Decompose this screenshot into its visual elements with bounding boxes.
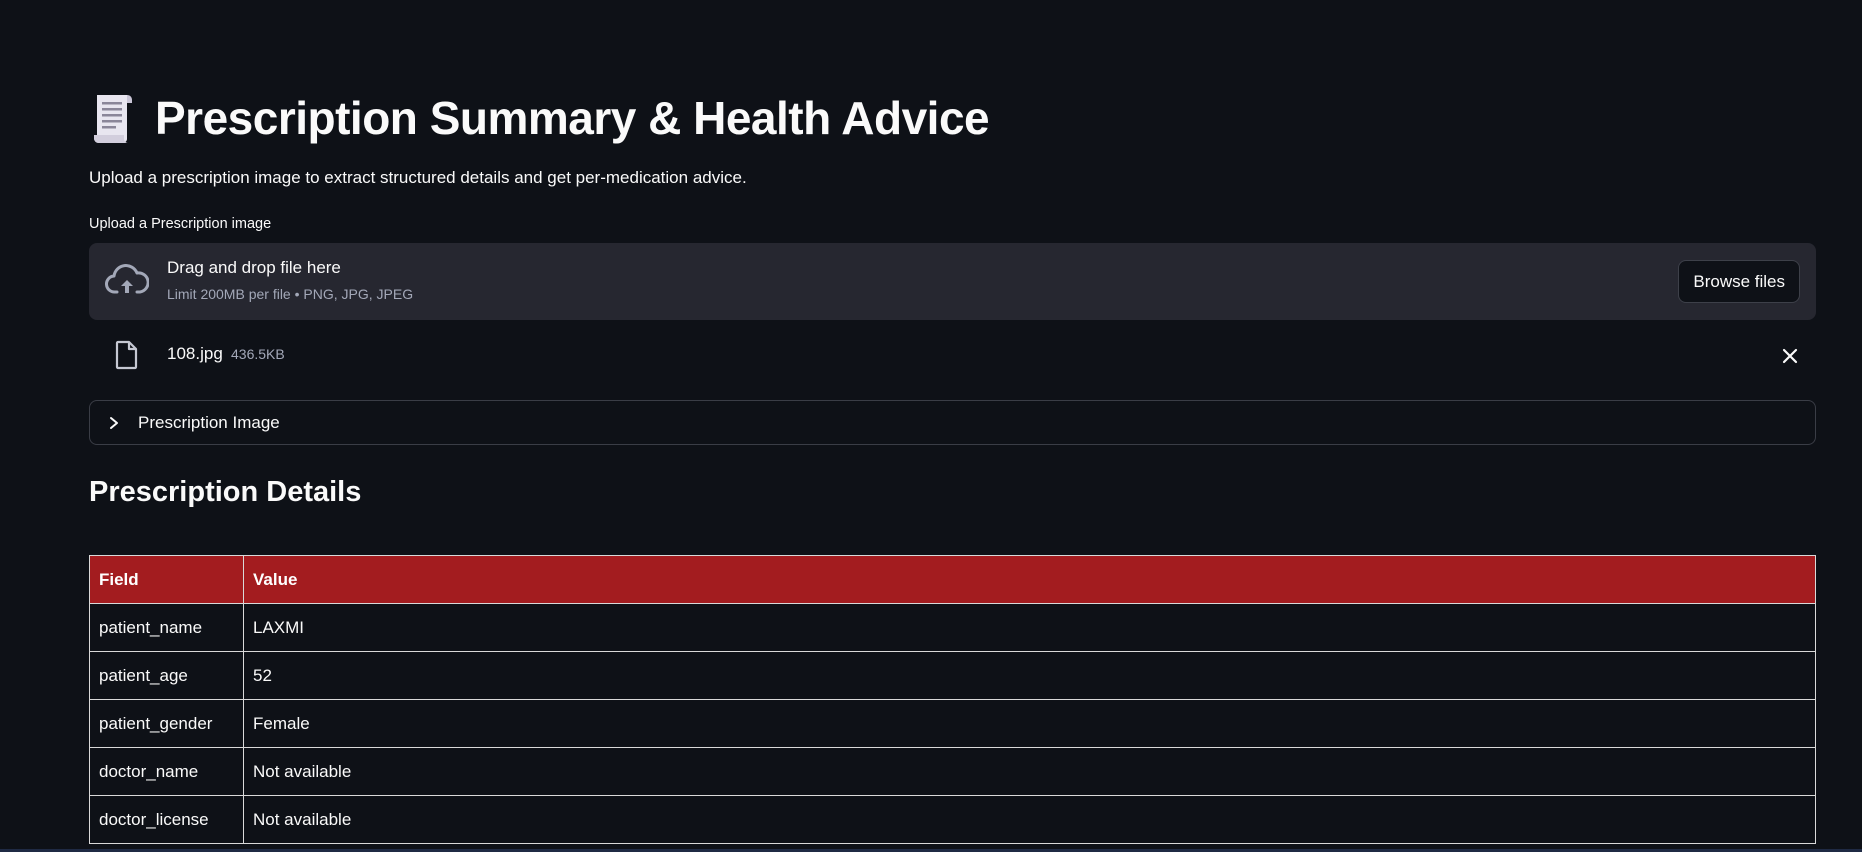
uploaded-file-name: 108.jpg	[167, 344, 223, 363]
prescription-details-table: Field Value patient_name LAXMI patient_a…	[89, 555, 1816, 844]
receipt-icon	[89, 90, 139, 146]
table-header-row: Field Value	[89, 555, 1816, 604]
table-cell-field: patient_age	[89, 651, 244, 700]
chevron-right-icon	[108, 416, 120, 430]
page-header: Prescription Summary & Health Advice	[89, 88, 990, 148]
remove-file-icon[interactable]	[1778, 344, 1802, 368]
expander-label: Prescription Image	[138, 412, 280, 432]
table-row: doctor_name Not available	[89, 747, 1816, 796]
uploader-label: Upload a Prescription image	[89, 216, 272, 232]
file-icon	[115, 340, 139, 370]
section-title: Prescription Details	[89, 476, 362, 508]
column-header-field: Field	[89, 555, 244, 604]
dropzone-limits: Limit 200MB per file • PNG, JPG, JPEG	[167, 286, 414, 302]
table-cell-value: Not available	[243, 747, 1816, 796]
dropzone-instructions: Drag and drop file here	[167, 258, 341, 277]
table-row: patient_name LAXMI	[89, 603, 1816, 652]
browse-files-button[interactable]: Browse files	[1678, 260, 1800, 303]
table-cell-value: Not available	[243, 795, 1816, 844]
cloud-upload-icon	[105, 261, 150, 301]
uploaded-file-size: 436.5KB	[231, 346, 285, 362]
table-cell-value: Female	[243, 699, 1816, 748]
table-cell-field: doctor_license	[89, 795, 244, 844]
table-cell-value: 52	[243, 651, 1816, 700]
file-dropzone[interactable]: Drag and drop file here Limit 200MB per …	[89, 243, 1816, 320]
table-cell-field: patient_gender	[89, 699, 244, 748]
page-subtitle: Upload a prescription image to extract s…	[89, 168, 747, 187]
table-row: doctor_license Not available	[89, 795, 1816, 844]
table-cell-field: doctor_name	[89, 747, 244, 796]
prescription-image-expander[interactable]: Prescription Image	[89, 400, 1816, 445]
table-row: patient_age 52	[89, 651, 1816, 700]
table-row: patient_gender Female	[89, 699, 1816, 748]
table-cell-field: patient_name	[89, 603, 244, 652]
uploaded-file-item: 108.jpg 436.5KB	[89, 336, 1816, 376]
table-cell-value: LAXMI	[243, 603, 1816, 652]
column-header-value: Value	[243, 555, 1816, 604]
page-title: Prescription Summary & Health Advice	[155, 92, 990, 144]
